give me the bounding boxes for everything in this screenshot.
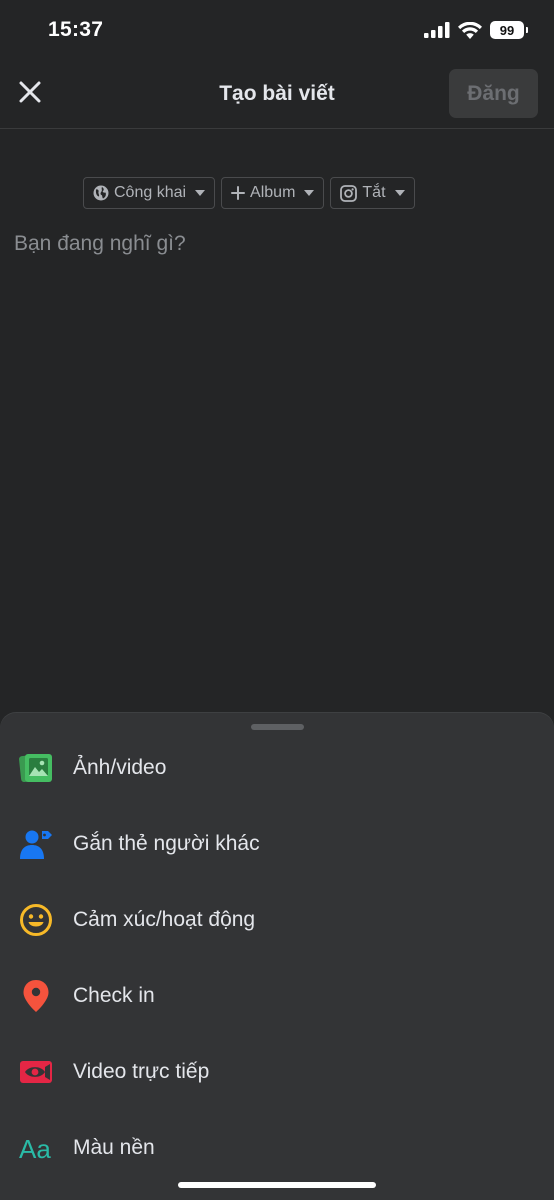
option-live-video[interactable]: Video trực tiếp [0, 1042, 554, 1102]
globe-icon [93, 185, 109, 201]
option-label: Màu nền [73, 1136, 155, 1159]
feeling-icon [18, 902, 54, 938]
header: Tạo bài viết Đăng [0, 60, 554, 129]
option-background-color[interactable]: Aa Màu nền [0, 1118, 554, 1178]
post-button[interactable]: Đăng [449, 69, 538, 118]
option-feeling-activity[interactable]: Cảm xúc/hoạt động [0, 890, 554, 950]
wifi-icon [458, 21, 482, 39]
tag-people-icon [18, 826, 54, 862]
option-label: Cảm xúc/hoạt động [73, 908, 256, 931]
option-check-in[interactable]: Check in [0, 966, 554, 1026]
option-label: Gắn thẻ người khác [73, 832, 260, 855]
chevron-down-icon [304, 190, 315, 196]
option-photo-video[interactable]: Ảnh/video [0, 738, 554, 798]
audience-selectors: Công khai Album Tắt [83, 177, 415, 209]
chevron-down-icon [394, 190, 405, 196]
svg-text:Aa: Aa [19, 1134, 51, 1163]
privacy-label: Công khai [114, 184, 187, 201]
option-label: Check in [73, 984, 155, 1007]
post-text-input[interactable]: Bạn đang nghĩ gì? [14, 232, 186, 256]
background-color-icon: Aa [18, 1130, 54, 1166]
cellular-signal-icon [424, 22, 450, 38]
status-icons: 99 [424, 21, 528, 39]
check-in-icon [18, 978, 54, 1014]
live-video-icon [18, 1054, 54, 1090]
plus-icon [231, 186, 246, 200]
photo-video-icon [18, 750, 54, 786]
instagram-selector[interactable]: Tắt [330, 177, 415, 209]
option-tag-people[interactable]: Gắn thẻ người khác [0, 814, 554, 874]
option-label: Video trực tiếp [73, 1060, 210, 1083]
battery-icon: 99 [490, 21, 524, 39]
privacy-selector[interactable]: Công khai [83, 177, 216, 209]
status-bar: 15:37 99 [0, 0, 554, 60]
post-options-sheet: Ảnh/video Gắn thẻ người khác Cảm xúc/hoạ… [0, 713, 554, 1200]
status-time: 15:37 [48, 18, 104, 41]
battery-tip [526, 27, 528, 33]
home-indicator [178, 1182, 376, 1188]
instagram-label: Tắt [362, 184, 386, 201]
chevron-down-icon [195, 190, 206, 196]
sheet-drag-handle[interactable] [251, 724, 304, 730]
album-selector[interactable]: Album [221, 177, 325, 209]
option-label: Ảnh/video [73, 756, 167, 779]
album-label: Album [250, 184, 296, 201]
instagram-icon [340, 184, 358, 202]
